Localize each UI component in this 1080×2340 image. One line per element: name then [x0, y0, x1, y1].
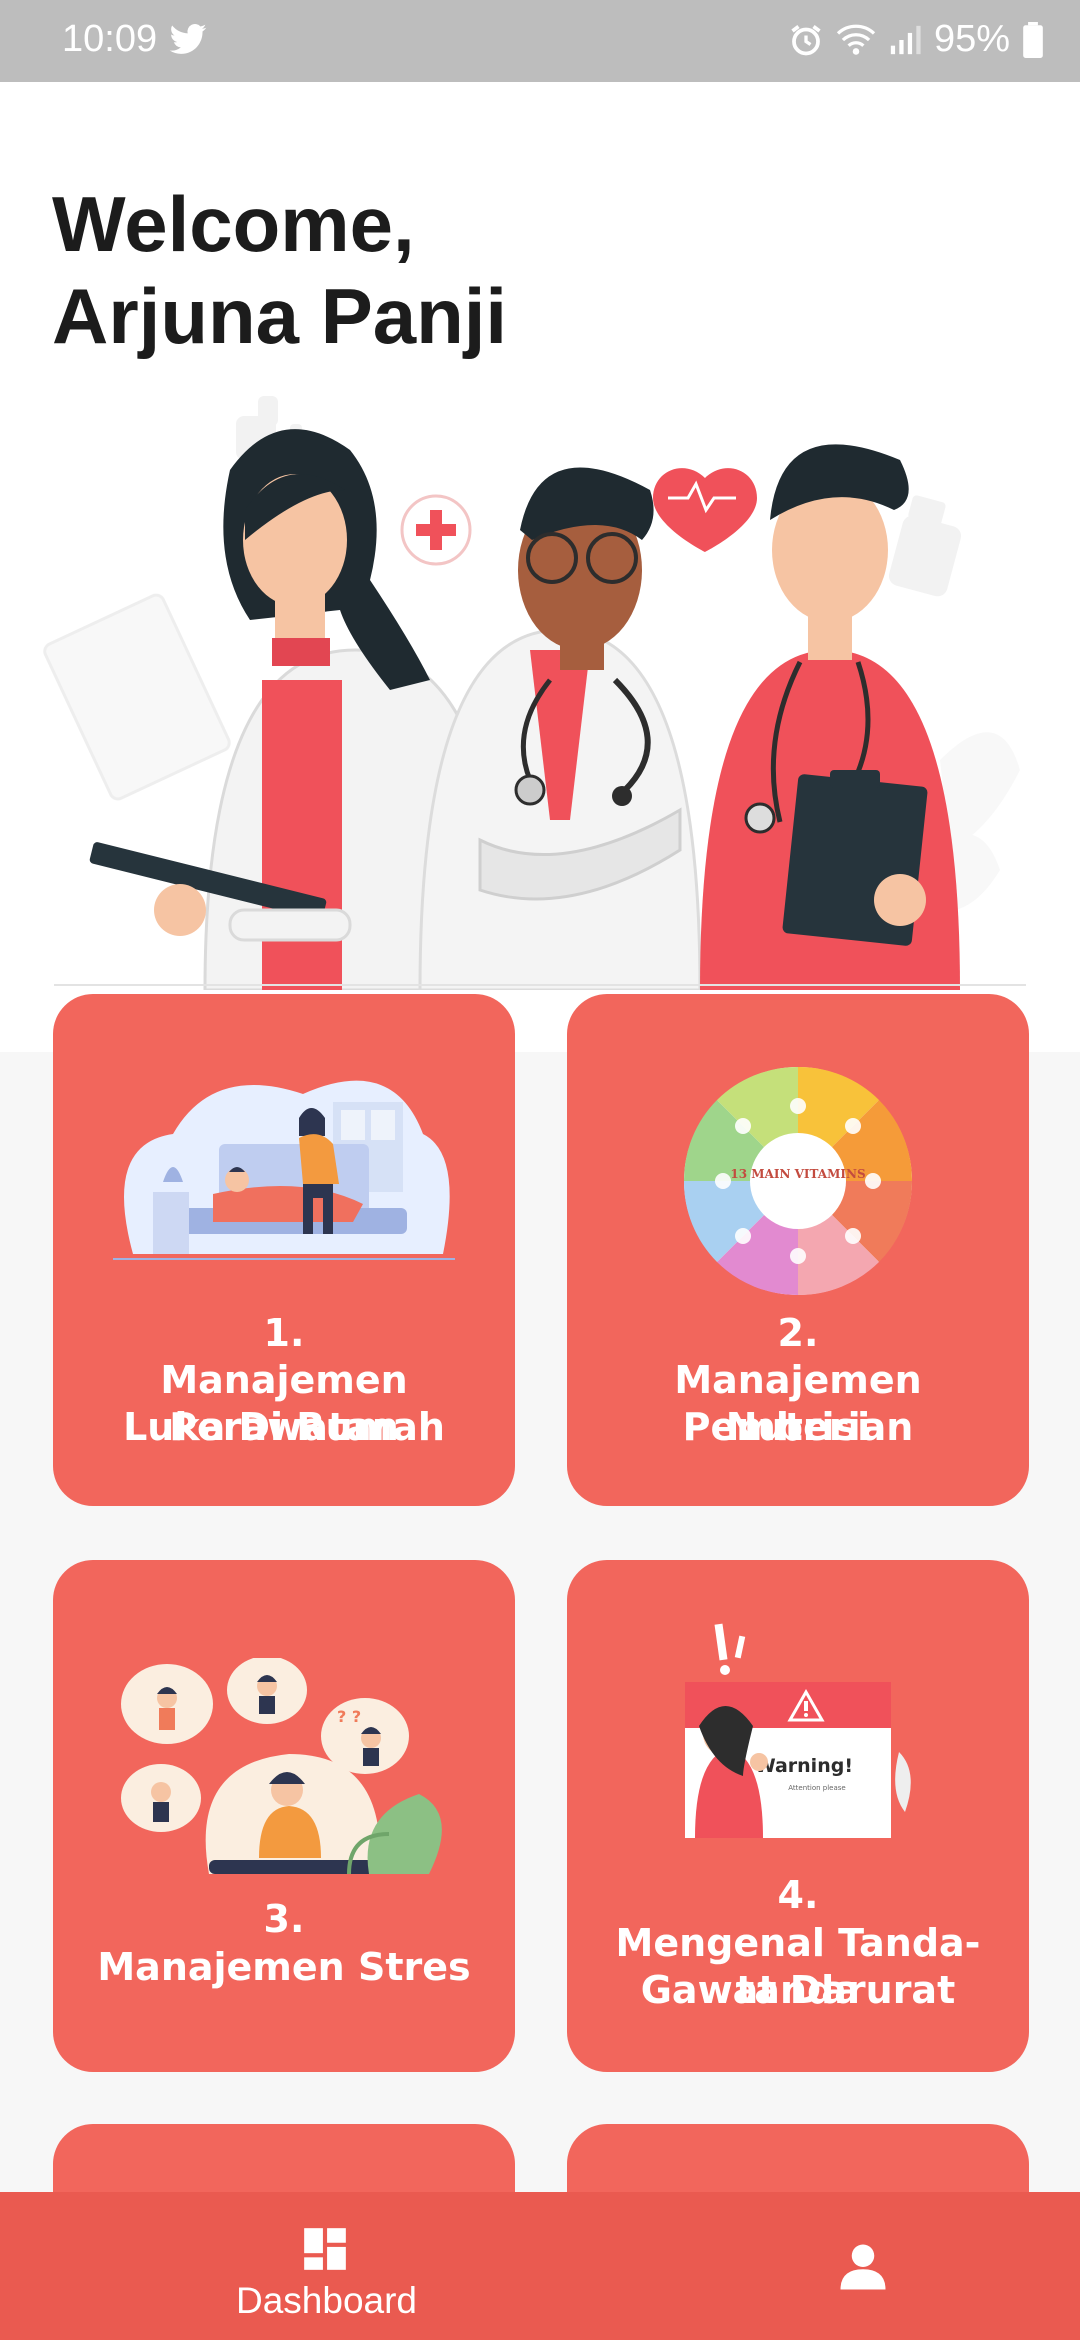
menu-card-emergency[interactable]: Warning! Attention please 4. Mengenal Ta… — [567, 1560, 1029, 2072]
menu-card-stress[interactable]: ? ? 3. Manajemen Stres — [53, 1560, 515, 2072]
status-bar: 10:09 95% — [0, 0, 1080, 82]
bottom-navigation: Dashboard — [0, 2192, 1080, 2340]
card-number: 4. — [777, 1873, 819, 1917]
battery-icon — [1023, 21, 1043, 58]
twitter-icon — [169, 24, 207, 54]
hero-divider — [54, 984, 1026, 986]
card-title-line: Luka Di Rumah — [123, 1405, 445, 1449]
card-title-line: Nutrisi — [725, 1405, 871, 1449]
menu-card-wound-care[interactable]: 1. Manajemen Perawatan Luka Di Rumah — [53, 994, 515, 1506]
dashboard-icon — [304, 2228, 346, 2270]
card-number: 2. — [777, 1311, 819, 1355]
card-title-line: Manajemen Stres — [97, 1945, 471, 1989]
status-time: 10:09 — [62, 18, 158, 60]
warning-subtext: Attention please — [788, 1784, 845, 1792]
home-care-illustration — [113, 1080, 455, 1260]
welcome-line: Welcome, — [52, 180, 415, 268]
warning-text: Warning! — [755, 1755, 853, 1777]
card-title-line: Gawat Darurat — [640, 1968, 956, 2012]
alarm-icon — [791, 24, 821, 55]
stress-illustration: ? ? — [121, 1658, 442, 1874]
person-icon[interactable] — [836, 2240, 890, 2294]
warning-illustration: Warning! Attention please — [685, 1623, 911, 1838]
welcome-heading: Welcome, Arjuna Panji — [52, 178, 507, 362]
user-name: Arjuna Panji — [52, 272, 508, 360]
svg-text:? ?: ? ? — [337, 1707, 361, 1726]
card-number: 3. — [263, 1897, 305, 1941]
doctors-illustration — [43, 396, 1020, 990]
menu-card-nutrition[interactable]: 13 MAIN VITAMINS 2. Manajemen Pemberian … — [567, 994, 1029, 1506]
wifi-icon — [836, 24, 876, 55]
nav-dashboard[interactable]: Dashboard — [236, 2224, 418, 2322]
signal-icon — [890, 25, 921, 54]
card-number: 1. — [263, 1311, 305, 1355]
vitamins-wheel-illustration: 13 MAIN VITAMINS — [683, 1066, 913, 1296]
vitamins-wheel-text: 13 MAIN VITAMINS — [730, 1167, 865, 1181]
battery-percent: 95% — [933, 18, 1010, 60]
nav-dashboard-label: Dashboard — [236, 2280, 418, 2321]
